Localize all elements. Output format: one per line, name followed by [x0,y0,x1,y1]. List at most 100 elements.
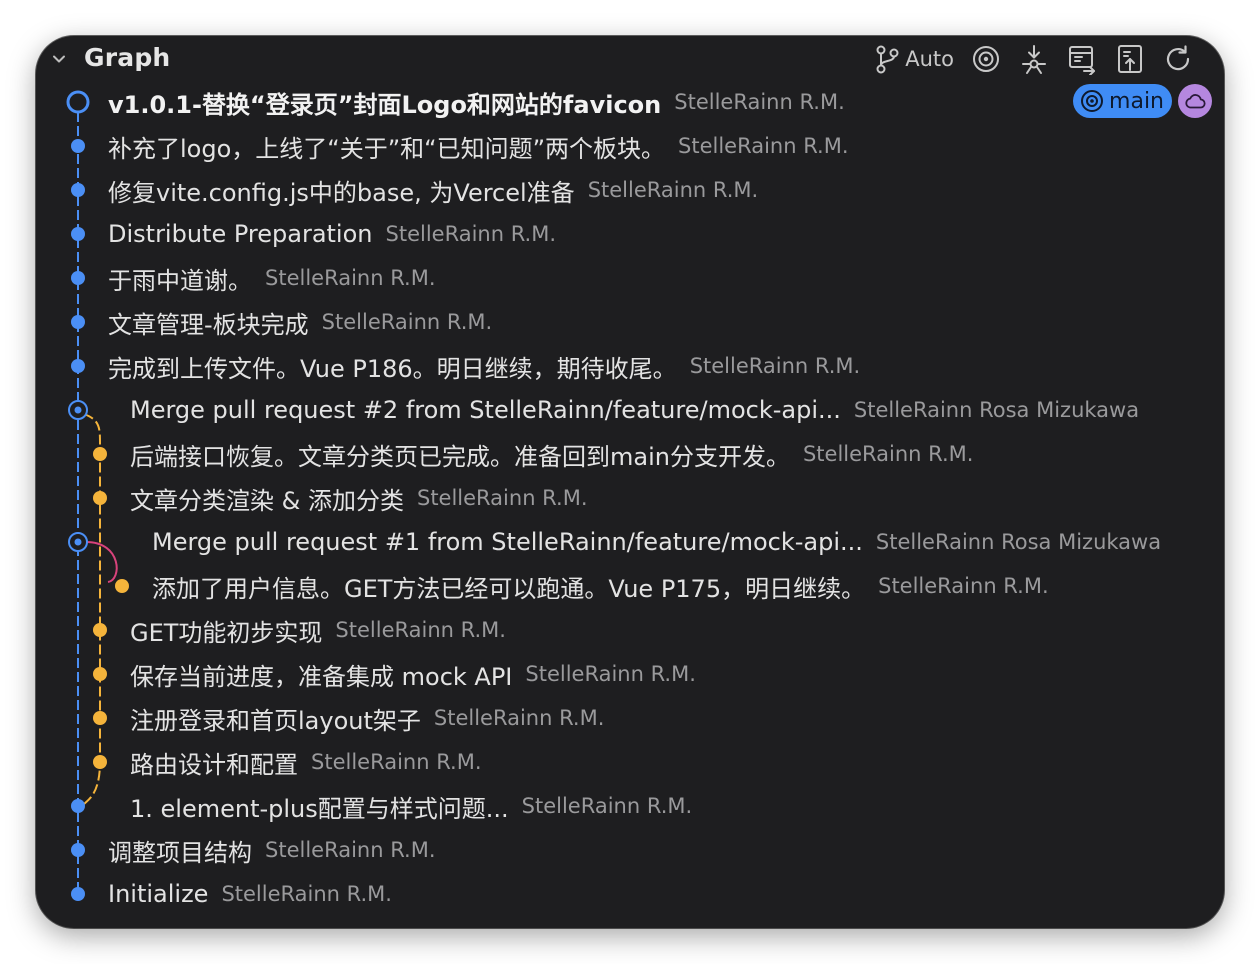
commit-message: 注册登录和首页layout架子 [130,706,421,735]
commit-author: StelleRainn R.M. [265,838,436,862]
ref-badges: main [1073,84,1212,118]
feature-lane-line [83,413,101,805]
commit-node[interactable] [115,579,129,593]
commit-node[interactable] [71,799,85,813]
commit-message: GET功能初步实现 [130,618,323,647]
go-to-current-button[interactable] [970,41,1002,77]
commit-node[interactable] [71,359,85,373]
commit-row[interactable]: Merge pull request #1 from StelleRainn/f… [152,520,1161,564]
commit-row[interactable]: Distribute Preparation StelleRainn R.M. [108,212,556,256]
commit-author: StelleRainn R.M. [525,662,696,686]
branch-badge-main[interactable]: main [1073,84,1172,118]
cloud-icon [1185,94,1206,109]
commit-author: StelleRainn R.M. [433,706,605,730]
commit-row[interactable]: 保存当前进度，准备集成 mock API StelleRainn R.M. [130,652,696,696]
commit-row[interactable]: 调整项目结构 StelleRainn R.M. [108,828,436,872]
commit-message: Merge pull request #2 from StelleRainn/f… [130,396,841,424]
commit-message: 于雨中道谢。 [108,266,252,295]
chevron-down-icon[interactable] [50,50,68,68]
commit-row[interactable]: Merge pull request #2 from StelleRainn/f… [130,388,1139,432]
commit-message: 调整项目结构 [108,838,252,867]
commit-row[interactable]: GET功能初步实现 StelleRainn R.M. [130,608,506,652]
commit-message: 完成到上传文件。Vue P186。明日继续，期待收尾。 [108,354,677,383]
push-button[interactable] [1066,41,1098,77]
commit-row[interactable]: 文章分类渲染 & 添加分类 StelleRainn R.M. [130,476,588,520]
merge-commit-node[interactable] [68,400,88,420]
fetch-button[interactable] [1018,41,1050,77]
merge-lane-line [85,541,118,583]
commit-node[interactable] [71,227,85,241]
commit-message: v1.0.1-替换“登录页”封面Logo和网站的favicon [108,90,662,119]
refresh-icon [1166,45,1190,71]
remote-badge[interactable] [1178,84,1212,118]
refresh-button[interactable] [1162,41,1194,77]
pull-button[interactable] [1114,41,1146,77]
commit-node[interactable] [93,491,107,505]
commit-message: 补充了logo，上线了“关于”和“已知问题”两个板块。 [108,134,666,163]
commit-node[interactable] [93,623,107,637]
head-commit-node[interactable] [66,90,90,114]
push-icon [1069,46,1095,75]
commit-node[interactable] [93,667,107,681]
commit-message: Merge pull request #1 from StelleRainn/f… [152,528,863,556]
branch-name: main [1109,88,1164,114]
commit-author: StelleRainn R.M. [521,794,693,818]
commit-row[interactable]: 补充了logo，上线了“关于”和“已知问题”两个板块。 StelleRainn R… [108,124,849,168]
commit-author: StelleRainn R.M. [311,750,482,774]
commit-node[interactable] [93,711,107,725]
commit-row[interactable]: 完成到上传文件。Vue P186。明日继续，期待收尾。 StelleRainn R… [108,344,860,388]
target-icon [1081,90,1104,112]
commit-author: StelleRainn R.M. [674,90,845,114]
commit-node[interactable] [71,271,85,285]
commit-node[interactable] [93,755,107,769]
pull-icon [1118,45,1142,73]
commit-row[interactable]: Initialize StelleRainn R.M. [108,872,392,916]
graph-header: Graph Auto [36,36,1224,82]
graph-panel: Graph Auto main v1.0.1-替换“登录页”封面Logo和网站的… [36,36,1224,928]
commit-row[interactable]: v1.0.1-替换“登录页”封面Logo和网站的favicon StelleRai… [108,80,845,124]
graph-toolbar: Auto [855,41,1194,77]
commit-node[interactable] [71,139,85,153]
commit-row[interactable]: 文章管理-板块完成 StelleRainn R.M. [108,300,492,344]
commit-node[interactable] [71,315,85,329]
commit-author: StelleRainn R.M. [265,266,436,290]
merge-commit-node[interactable] [68,532,88,552]
auto-label: Auto [905,47,954,71]
commit-row[interactable]: 1. element-plus配置与样式问题... StelleRainn R.M… [130,784,692,828]
commit-row[interactable]: 修复vite.config.js中的base, 为Vercel准备 StelleR… [108,168,758,212]
commit-author: StelleRainn R.M. [221,882,392,906]
commit-message: 1. element-plus配置与样式问题... [130,794,509,823]
graph-title: Graph [84,43,171,72]
commit-message: 保存当前进度，准备集成 mock API [130,662,513,691]
commit-author: StelleRainn R.M. [587,178,759,202]
fetch-icon [1022,45,1046,74]
commit-author: StelleRainn R.M. [689,354,861,378]
commit-author: StelleRainn Rosa Mizukawa [853,398,1140,422]
commit-node[interactable] [71,843,85,857]
commit-message: 添加了用户信息。GET方法已经可以跑通。Vue P175，明日继续。 [152,574,866,603]
commit-author: StelleRainn R.M. [335,618,506,642]
commit-author: StelleRainn R.M. [878,574,1049,598]
commit-row[interactable]: 于雨中道谢。 StelleRainn R.M. [108,256,436,300]
commit-row[interactable]: 添加了用户信息。GET方法已经可以跑通。Vue P175，明日继续。 Stelle… [152,564,1049,608]
commit-node[interactable] [93,447,107,461]
commit-row[interactable]: 后端接口恢复。文章分类页已完成。准备回到main分支开发。 StelleRainn… [130,432,973,476]
commit-node[interactable] [71,887,85,901]
branch-icon [876,45,899,74]
commit-author: StelleRainn R.M. [802,442,974,466]
commit-author: StelleRainn R.M. [321,310,493,334]
commit-message: 路由设计和配置 [130,750,298,779]
commit-row[interactable]: 注册登录和首页layout架子 StelleRainn R.M. [130,696,604,740]
auto-branch-button[interactable]: Auto [871,41,954,77]
commit-node[interactable] [71,183,85,197]
commit-message: 修复vite.config.js中的base, 为Vercel准备 [108,178,575,207]
commit-message: Distribute Preparation [108,220,373,248]
commit-message: 后端接口恢复。文章分类页已完成。准备回到main分支开发。 [130,442,790,471]
commit-message: 文章管理-板块完成 [108,310,309,339]
commit-row[interactable]: 路由设计和配置 StelleRainn R.M. [130,740,482,784]
commit-author: StelleRainn R.M. [678,134,849,158]
target-icon [973,46,999,72]
commit-message: Initialize [108,880,209,908]
commit-author: StelleRainn R.M. [416,486,588,510]
commit-author: StelleRainn Rosa Mizukawa [875,530,1162,554]
